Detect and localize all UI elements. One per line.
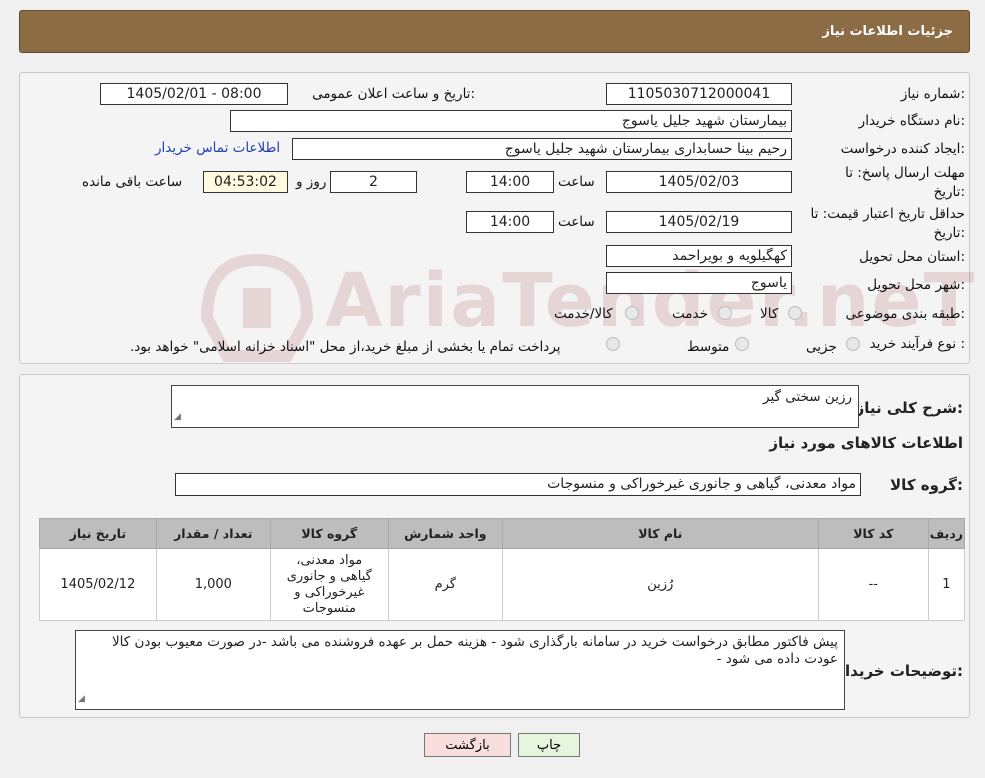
requester-field: رحیم بینا حسابداری بیمارستان شهید جلیل ی… bbox=[292, 138, 792, 160]
category-radio-service[interactable] bbox=[718, 306, 732, 320]
back-button[interactable]: بازگشت bbox=[424, 733, 511, 757]
process-option-minor: جزیی bbox=[806, 339, 837, 355]
col-code: کد کالا bbox=[817, 518, 929, 549]
category-radio-goods[interactable] bbox=[788, 306, 802, 320]
remaining-time-field: 04:53:02 bbox=[203, 171, 288, 193]
province-field: کهگیلویه و بویراحمد bbox=[606, 245, 792, 267]
validity-date-field: 1405/02/19 bbox=[606, 211, 792, 233]
buyer-org-field: بیمارستان شهید جلیل یاسوج bbox=[230, 110, 792, 132]
validity-label-date: تاریخ: bbox=[933, 225, 965, 241]
deadline-date-field: 1405/02/03 bbox=[606, 171, 792, 193]
city-field: یاسوج bbox=[606, 272, 792, 294]
city-label: شهر محل تحویل: bbox=[867, 277, 965, 293]
category-option-service: خدمت bbox=[672, 306, 708, 322]
goods-group-label: گروه کالا: bbox=[890, 476, 963, 494]
process-option-medium: متوسط bbox=[687, 339, 730, 355]
page-header: جزئیات اطلاعات نیاز bbox=[19, 10, 970, 53]
remaining-label: ساعت باقی مانده bbox=[82, 174, 183, 190]
deadline-time-field: 14:00 bbox=[466, 171, 554, 193]
col-row: ردیف bbox=[927, 518, 966, 549]
cell-unit: گرم bbox=[387, 548, 503, 621]
validity-time-field: 14:00 bbox=[466, 211, 554, 233]
process-label: نوع فرآیند خرید : bbox=[869, 336, 965, 352]
process-checkbox-treasury[interactable] bbox=[606, 337, 620, 351]
announce-field: 1405/02/01 - 08:00 bbox=[100, 83, 288, 105]
description-label: شرح کلی نیاز: bbox=[855, 399, 963, 417]
province-label: استان محل تحویل: bbox=[859, 249, 965, 265]
watermark-text: AriaTender.neT bbox=[325, 258, 977, 344]
buyer-org-label: نام دستگاه خریدار: bbox=[858, 113, 965, 129]
remaining-days-field: 2 bbox=[330, 171, 417, 193]
category-option-goods: کالا bbox=[760, 306, 779, 322]
resize-grip-icon[interactable]: ◢ bbox=[174, 409, 181, 426]
validity-label: حداقل تاریخ اعتبار قیمت: تا bbox=[810, 206, 965, 222]
cell-date: 1405/02/12 bbox=[39, 548, 157, 621]
requester-label: ایجاد کننده درخواست: bbox=[840, 141, 965, 157]
cell-code: -- bbox=[817, 548, 929, 621]
items-table: ردیف کد کالا نام کالا واحد شمارش گروه کا… bbox=[39, 518, 966, 621]
cell-group: مواد معدنی، گیاهی و جانوری غیرخوراکی و م… bbox=[269, 548, 389, 621]
description-text: رزین سختی گیر bbox=[763, 389, 852, 405]
col-name: نام کالا bbox=[501, 518, 819, 549]
col-unit: واحد شمارش bbox=[387, 518, 503, 549]
cell-quantity: 1,000 bbox=[155, 548, 271, 621]
page-title: جزئیات اطلاعات نیاز bbox=[822, 24, 953, 39]
goods-info-title: اطلاعات کالاهای مورد نیاز bbox=[769, 434, 963, 452]
resize-grip-icon[interactable]: ◢ bbox=[78, 691, 85, 708]
process-radio-medium[interactable] bbox=[735, 337, 749, 351]
buyer-notes-label: توضیحات خریدار: bbox=[836, 662, 963, 680]
process-note: پرداخت تمام یا بخشی از مبلغ خرید،از محل … bbox=[130, 339, 561, 355]
print-button[interactable]: چاپ bbox=[518, 733, 580, 757]
need-number-label: شماره نیاز: bbox=[900, 86, 965, 102]
goods-group-field: مواد معدنی، گیاهی و جانوری غیرخوراکی و م… bbox=[175, 473, 861, 496]
col-quantity: تعداد / مقدار bbox=[155, 518, 271, 549]
deadline-time-label: ساعت bbox=[558, 174, 595, 190]
description-field: رزین سختی گیر ◢ bbox=[171, 385, 859, 428]
deadline-label-date: تاریخ: bbox=[933, 184, 965, 200]
validity-time-label: ساعت bbox=[558, 214, 595, 230]
col-date: تاریخ نیاز bbox=[39, 518, 157, 549]
buyer-notes-field: پیش فاکتور مطابق درخواست خرید در سامانه … bbox=[75, 630, 845, 710]
col-group: گروه کالا bbox=[269, 518, 389, 549]
process-radio-minor[interactable] bbox=[846, 337, 860, 351]
table-row: 1 -- رُزین گرم مواد معدنی، گیاهی و جانور… bbox=[39, 548, 966, 621]
table-header-row: ردیف کد کالا نام کالا واحد شمارش گروه کا… bbox=[39, 518, 966, 549]
deadline-label: مهلت ارسال پاسخ: تا bbox=[845, 165, 965, 181]
announce-label: تاریخ و ساعت اعلان عمومی: bbox=[312, 86, 475, 102]
category-label: طبقه بندی موضوعی: bbox=[845, 306, 965, 322]
buyer-contact-link[interactable]: اطلاعات تماس خریدار bbox=[155, 140, 280, 156]
cell-row: 1 bbox=[927, 548, 966, 621]
buyer-notes-text: پیش فاکتور مطابق درخواست خرید در سامانه … bbox=[111, 634, 838, 667]
category-option-goods-service: کالا/خدمت bbox=[554, 306, 613, 322]
cell-name: رُزین bbox=[501, 548, 819, 621]
category-radio-goods-service[interactable] bbox=[625, 306, 639, 320]
need-number-field: 1105030712000041 bbox=[606, 83, 792, 105]
days-label: روز و bbox=[296, 174, 327, 190]
